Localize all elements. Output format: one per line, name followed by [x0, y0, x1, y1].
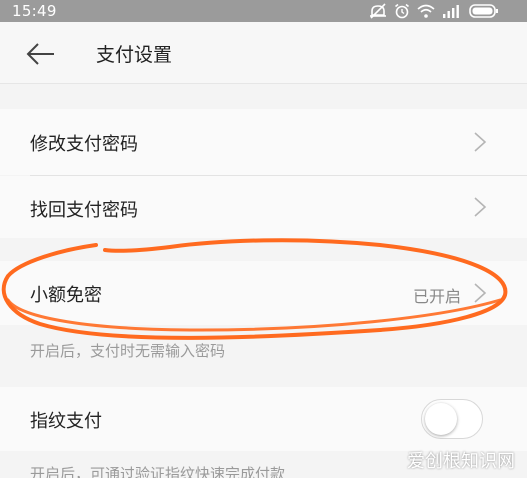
status-icons	[369, 3, 499, 19]
fingerprint-toggle[interactable]	[421, 399, 483, 439]
toggle-knob	[425, 403, 457, 435]
signal-icon	[443, 5, 459, 18]
small-amount-password-free-label: 小额免密	[30, 285, 102, 306]
recover-password-label: 找回支付密码	[30, 200, 138, 221]
watermark: 爱创根知识网	[407, 451, 515, 472]
alarm-icon	[395, 3, 409, 19]
fingerprint-payment-label: 指纹支付	[30, 411, 102, 432]
fingerprint-payment-item: 指纹支付	[0, 387, 527, 451]
wifi-icon	[417, 4, 435, 18]
chevron-right-icon	[474, 283, 487, 303]
battery-icon	[469, 4, 498, 18]
fingerprint-hint: 开启后，可通过验证指纹快速完成付款	[30, 465, 286, 478]
small-amount-password-free-item[interactable]: 小额免密 已开启	[0, 261, 527, 325]
back-arrow-icon[interactable]	[26, 42, 56, 66]
chevron-right-icon	[474, 132, 487, 152]
do-not-disturb-icon	[370, 3, 386, 19]
header-bar: 支付设置	[0, 22, 527, 84]
status-value: 已开启	[412, 287, 461, 306]
status-time: 15:49	[12, 2, 57, 20]
change-password-item[interactable]: 修改支付密码	[0, 109, 527, 175]
change-password-label: 修改支付密码	[30, 134, 138, 155]
small-amount-hint: 开启后，支付时无需输入密码	[30, 342, 226, 360]
recover-password-item[interactable]: 找回支付密码	[0, 176, 527, 238]
status-bar: 15:49	[0, 0, 527, 22]
chevron-right-icon	[474, 197, 487, 217]
page-title: 支付设置	[96, 44, 173, 66]
